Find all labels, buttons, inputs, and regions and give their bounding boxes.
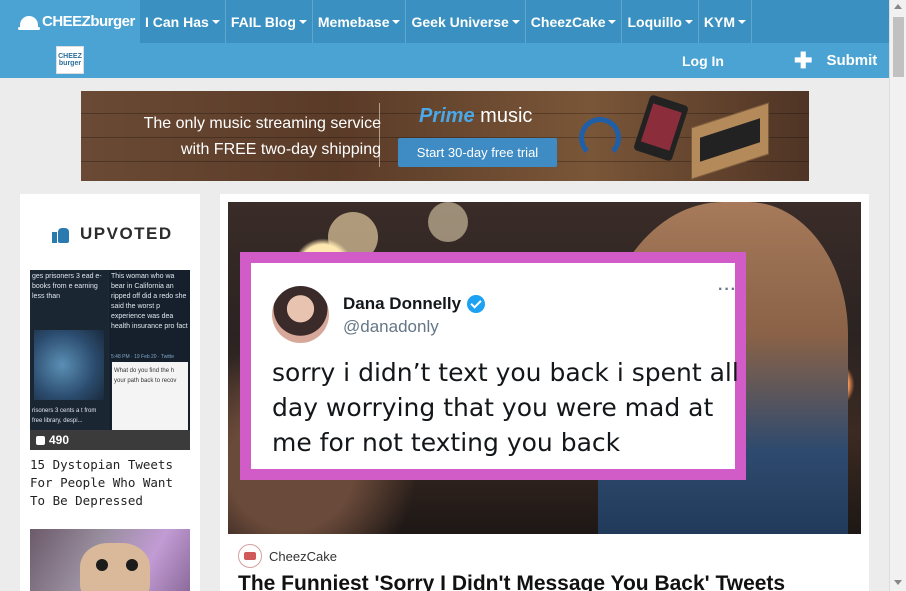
thumbnail-photo (34, 330, 104, 400)
site-logo-line1: CHEEZ (58, 53, 82, 60)
caret-down-icon (608, 19, 617, 24)
nav-item-fail-blog[interactable]: FAIL Blog (226, 0, 313, 43)
nav-item-label: KYM (703, 13, 736, 30)
thumbs-up-icon (52, 225, 70, 243)
tweet-author: Dana Donnelly (343, 294, 486, 314)
submit-button[interactable]: ✚ Submit (794, 47, 878, 73)
article-card: Dana Donnelly @danadonly ··· sorry i did… (220, 194, 869, 591)
nav-menu: I Can Has FAIL Blog Memebase Geek Univer… (140, 0, 753, 43)
tweet-handle: @danadonly (343, 317, 439, 336)
ad-divider (379, 103, 380, 167)
sub-nav: CHEEZ burger Log In ✚ Submit (0, 43, 889, 78)
thumbnail-meta: 5:48 PM · 19 Feb 20 · Twitte (111, 354, 174, 360)
scroll-up-icon[interactable] (894, 4, 902, 9)
article-hero-image[interactable]: Dana Donnelly @danadonly ··· sorry i did… (228, 202, 861, 534)
brand-link[interactable]: CHEEZburger (0, 0, 140, 43)
thumbnail-text-bottom-right: What do you find the h your path back to… (114, 368, 177, 384)
thumbnail-text-bottom-left: risoners 3 cents a t from free library, … (32, 408, 97, 424)
upvoted-heading: UPVOTED (52, 224, 173, 244)
cat-image (80, 543, 150, 591)
scroll-down-icon[interactable] (894, 580, 902, 585)
site-logo-small[interactable]: CHEEZ burger (56, 46, 84, 74)
nav-item-label: FAIL Blog (230, 13, 296, 30)
caret-down-icon (511, 19, 520, 24)
nav-item-label: Loquillo (627, 13, 682, 30)
prime-music-logo: Prime music (419, 105, 532, 128)
article-source[interactable]: CheezCake (238, 544, 337, 568)
ad-banner[interactable]: The only music streaming service with FR… (81, 91, 809, 181)
upvoted-item-thumbnail-2[interactable] (30, 529, 190, 591)
caret-down-icon (738, 19, 747, 24)
article-title[interactable]: The Funniest 'Sorry I Didn't Message You… (238, 572, 858, 591)
login-link[interactable]: Log In (682, 53, 724, 69)
upvoted-item-thumbnail[interactable]: ges prisoners 3 ead e-books from e earni… (30, 270, 190, 450)
ad-cta-button[interactable]: Start 30-day free trial (398, 138, 557, 167)
thumbs-up-icon (36, 435, 45, 445)
caret-down-icon (392, 19, 401, 24)
verified-badge-icon (467, 295, 486, 313)
caret-down-icon (211, 19, 220, 24)
submit-label: Submit (826, 52, 878, 69)
page-scrollbar[interactable] (889, 0, 906, 591)
nav-item-label: CheezCake (530, 13, 606, 30)
prime-word: Prime (419, 105, 475, 127)
upvoted-label: UPVOTED (80, 224, 173, 243)
cheezburger-logo: CHEEZburger (18, 13, 135, 30)
vote-count-bar: 490 (30, 430, 190, 450)
cat-eye (96, 559, 108, 571)
scrollbar-thumb[interactable] (893, 17, 904, 77)
thumbnail-text-right: This woman who wa bear in California an … (111, 273, 188, 330)
ad-line1: The only music streaming service (143, 115, 381, 132)
headphones-image (579, 117, 621, 159)
nav-item-memebase[interactable]: Memebase (313, 0, 407, 43)
nav-item-i-can-has[interactable]: I Can Has (140, 0, 226, 43)
thumbnail-text-left: ges prisoners 3 ead e-books from e earni… (32, 273, 102, 300)
caret-down-icon (298, 19, 307, 24)
tweet-card: Dana Donnelly @danadonly ··· sorry i did… (251, 263, 739, 469)
tweet-text: sorry i didn’t text you back i spent all… (272, 358, 739, 457)
tweet-author-name: Dana Donnelly (343, 294, 462, 313)
nav-item-geek-universe[interactable]: Geek Universe (406, 0, 526, 43)
plus-icon: ✚ (794, 47, 813, 73)
cheezcake-logo-icon (238, 544, 262, 568)
tweet-frame: Dana Donnelly @danadonly ··· sorry i did… (240, 252, 746, 480)
chef-hat-icon (18, 15, 40, 30)
ad-line2: with FREE two-day shipping (180, 141, 381, 158)
nav-item-label: Memebase (317, 13, 390, 30)
nav-item-label: Geek Universe (411, 13, 509, 30)
caret-down-icon (684, 19, 693, 24)
brand-logo-text: CHEEZburger (42, 13, 135, 30)
nav-item-kym[interactable]: KYM (699, 0, 753, 43)
bokeh-light (428, 202, 468, 242)
tweet-avatar (272, 286, 329, 343)
top-nav: CHEEZburger I Can Has FAIL Blog Memebase… (0, 0, 889, 43)
ad-copy: The only music streaming service with FR… (81, 111, 381, 163)
upvoted-sidebar: UPVOTED ges prisoners 3 ead e-books from… (20, 194, 200, 591)
cat-eye (126, 559, 138, 571)
upvoted-item-title[interactable]: 15 Dystopian Tweets For People Who Want … (30, 456, 190, 510)
more-options-icon: ··· (718, 281, 737, 298)
nav-item-cheezcake[interactable]: CheezCake (526, 0, 623, 43)
music-word: music (480, 105, 533, 127)
phone-image (633, 94, 689, 162)
site-logo-line2: burger (58, 60, 82, 67)
nav-item-loquillo[interactable]: Loquillo (622, 0, 699, 43)
nav-item-label: I Can Has (145, 13, 209, 30)
article-source-name: CheezCake (269, 548, 337, 564)
vote-count: 490 (49, 433, 70, 447)
